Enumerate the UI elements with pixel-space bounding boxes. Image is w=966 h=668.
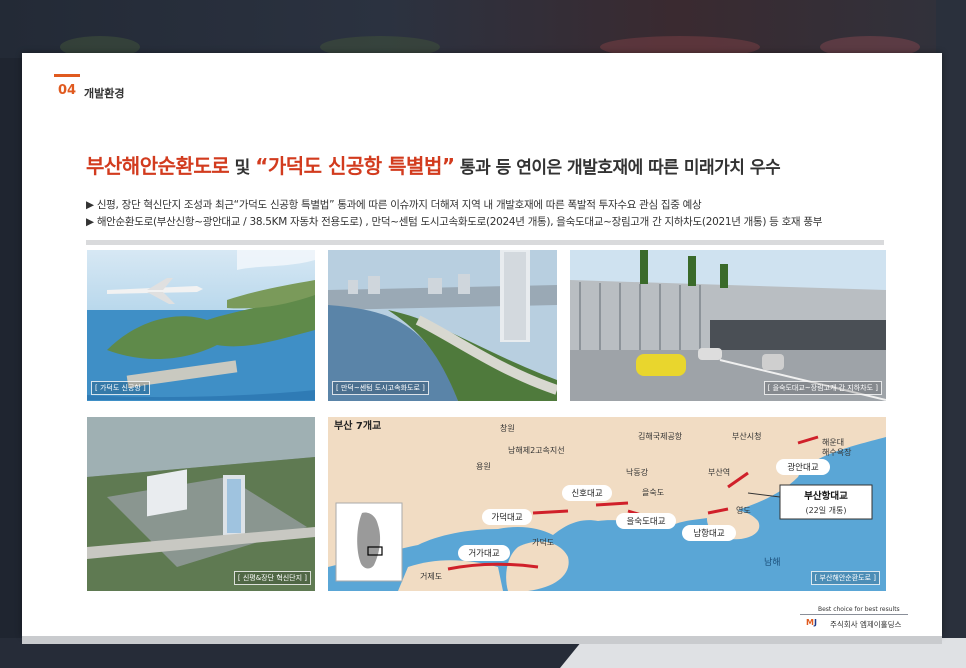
map-bridge-gadeok: 가덕대교 (491, 512, 522, 523)
map-caption: [ 부산해안순환도로 ] (810, 571, 880, 585)
headline-rest: 통과 등 연이은 개발호재에 따른 미래가치 우수 (454, 158, 781, 178)
tunnel-photo-caption: [ 을숙도대교~장림고개 간 지하차도 ] (763, 381, 882, 395)
logo-letter-m: M (806, 618, 814, 627)
map-place-yongwon: 용원 (476, 462, 491, 471)
map-place-nakdong: 낙동강 (626, 467, 649, 477)
map-place-gimhae-airport: 김해국제공항 (638, 431, 683, 441)
section-title: 개발환경 (84, 87, 125, 100)
headline-highlight-road: 부산해안순환도로 (86, 154, 230, 178)
expressway-photo-caption: [ 만덕~센텀 도시고속화도로 ] (332, 381, 429, 395)
map-bridge-eulsukdo: 을숙도대교 (626, 517, 665, 527)
footer-tagline: Best choice for best results (818, 606, 900, 613)
tunnel-illustration (570, 250, 886, 401)
map-place-eulsukdo: 을숙도 (642, 488, 664, 497)
map-bridge-sinho: 신호대교 (571, 489, 602, 499)
map-place-gadeok: 가덕도 (532, 537, 554, 547)
section-number: 04 (58, 83, 77, 98)
airport-illustration (87, 250, 315, 401)
bullet-list: ▶ 신평, 장단 혁신단지 조성과 최근“가덕도 신공항 특별법” 통과에 따른… (86, 197, 822, 231)
map-place-busan-city-hall: 부산시청 (732, 431, 761, 441)
map-bridge-geoga: 거가대교 (468, 549, 499, 559)
map-title: 부산 7개교 (334, 419, 381, 432)
map-bridge-busanhang-note: (22일 개통) (805, 505, 846, 515)
footer-divider (800, 614, 908, 615)
bridge-map: 창원 김해국제공항 부산시청 해운대 해수욕장 남해제2고속지선 용원 낙동강 … (328, 417, 886, 591)
section-divider (86, 240, 884, 245)
complex-photo: [ 신평&장단 혁신단지 ] (87, 417, 315, 591)
headline-connector: 및 (229, 158, 256, 178)
airport-photo-caption: [ 가덕도 신공항 ] (91, 381, 150, 395)
map-place-namhae-sea: 남해 (764, 557, 781, 568)
map-place-geoje: 거제도 (420, 572, 442, 581)
map-bridge-namhang: 남항대교 (693, 529, 724, 539)
headline-highlight-law: “가덕도 신공항 특별법” (255, 154, 455, 178)
map-place-haeundae: 해운대 (822, 437, 844, 447)
map-place-haeundae-beach: 해수욕장 (822, 447, 852, 457)
page-headline: 부산해안순환도로 및 “가덕도 신공항 특별법” 통과 등 연이은 개발호재에 … (86, 150, 781, 179)
map-place-changwon: 창원 (500, 424, 515, 433)
bullet-item: ▶ 해안순환도로(부산신항~광안대교 / 38.5KM 자동차 전용도로) , … (86, 216, 823, 228)
map-bridge-busanhang: 부산항대교 (804, 490, 848, 502)
expressway-illustration (328, 250, 557, 401)
complex-photo-caption: [ 신평&장단 혁신단지 ] (233, 571, 311, 585)
complex-illustration (87, 417, 315, 591)
slide-bottom-strip (22, 636, 942, 644)
airport-photo: [ 가덕도 신공항 ] (87, 250, 315, 401)
bullet-item: ▶ 신평, 장단 혁신단지 조성과 최근“가덕도 신공항 특별법” 통과에 따른… (86, 199, 702, 211)
map-bridge-gwangan: 광안대교 (787, 462, 818, 473)
company-logo: MJ (806, 618, 817, 627)
logo-letter-j: J (813, 618, 817, 627)
company-name: 주식회사 엠제이홀딩스 (830, 620, 902, 629)
map-place-yeongdo: 영도 (736, 505, 751, 515)
expressway-photo: [ 만덕~센텀 도시고속화도로 ] (328, 250, 557, 401)
map-place-busan-station: 부산역 (708, 467, 730, 477)
map-place-namhae2: 남해제2고속지선 (508, 445, 565, 455)
tunnel-photo: [ 을숙도대교~장림고개 간 지하차도 ] (570, 250, 886, 401)
bridge-map-graphic: 창원 김해국제공항 부산시청 해운대 해수욕장 남해제2고속지선 용원 낙동강 … (328, 417, 886, 591)
section-accent-bar (54, 74, 80, 77)
